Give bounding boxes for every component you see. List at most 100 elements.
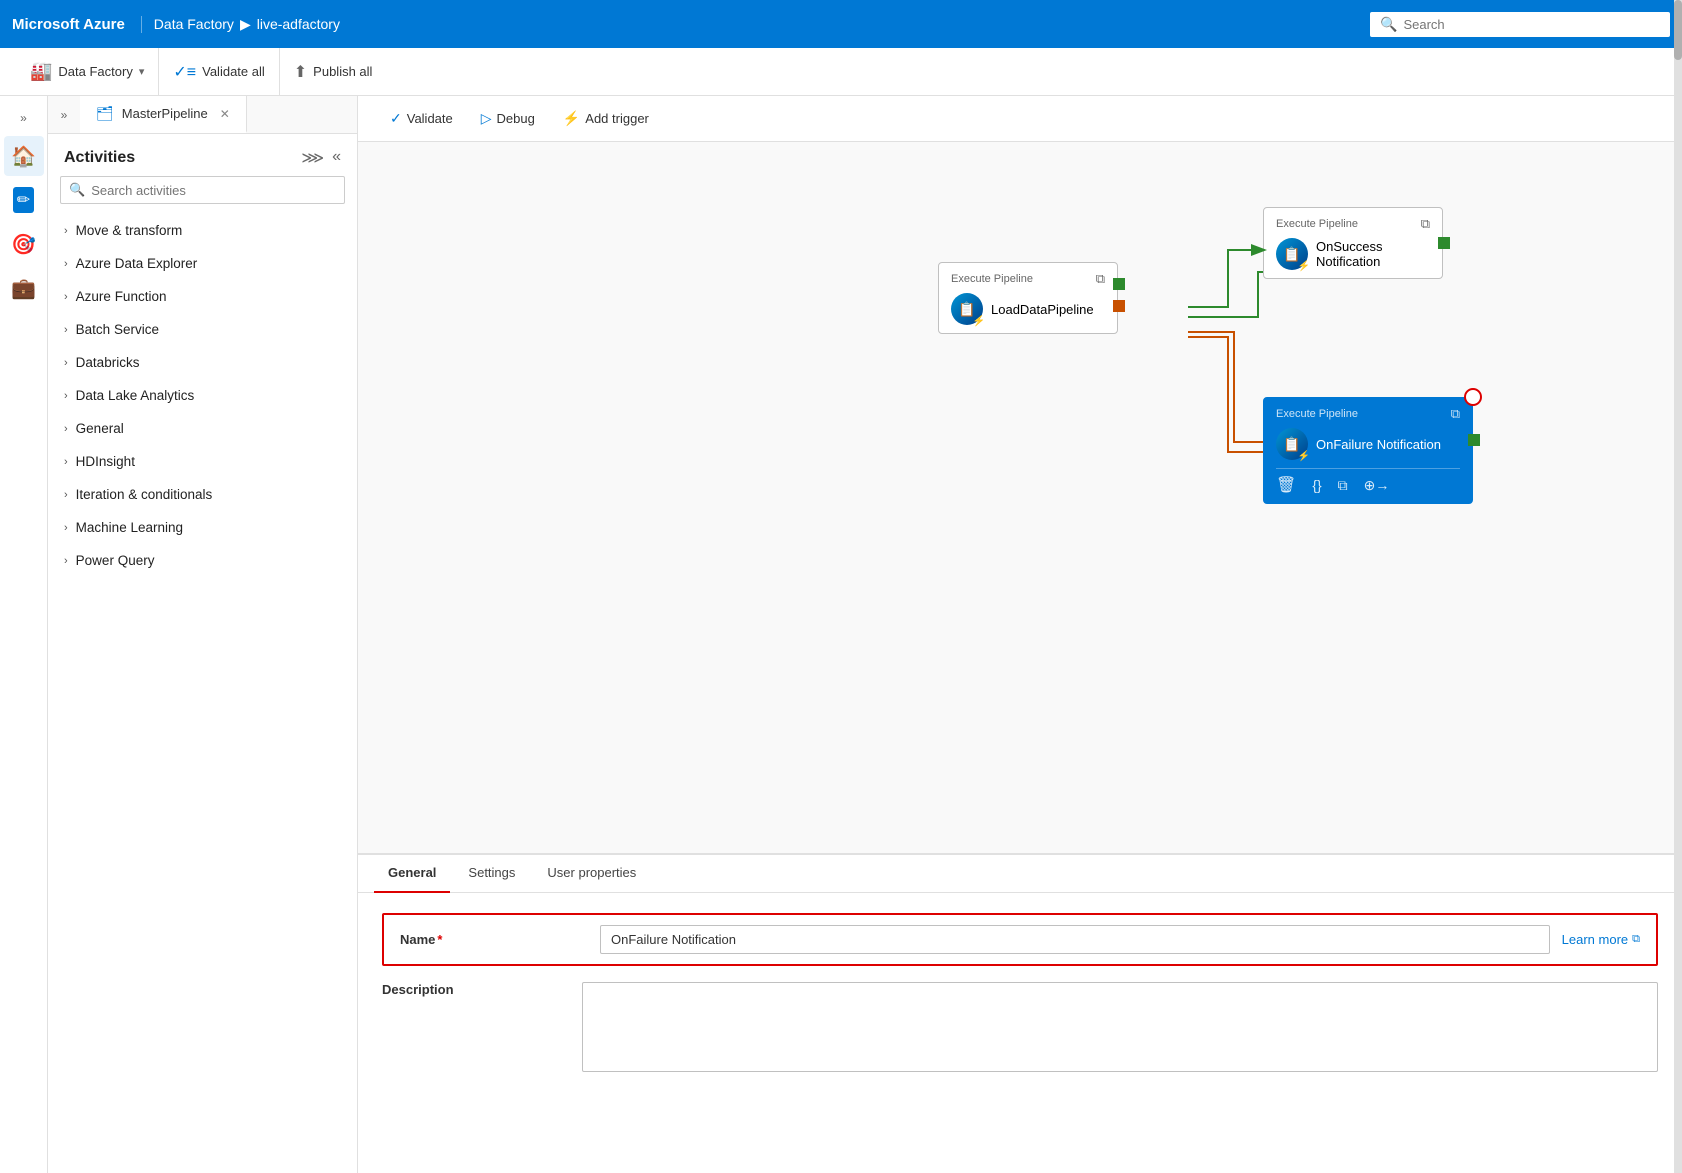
tab-user-properties[interactable]: User properties — [533, 855, 650, 893]
validate-all-button[interactable]: ✓≡ Validate all — [159, 48, 279, 95]
canvas-toolbar: ✓ Validate ▷ Debug ⚡ Add trigger — [358, 96, 1682, 142]
master-pipeline-tab[interactable]: 🗂 MasterPipeline ✕ — [80, 96, 247, 133]
data-factory-toolbar-item[interactable]: 🏭 Data Factory ▾ — [16, 48, 159, 95]
activity-item-hdinsight[interactable]: › HDInsight — [48, 445, 357, 478]
on-failure-node[interactable]: Execute Pipeline ⧉ 📋 ⚡ OnFailure Notific… — [1263, 397, 1473, 504]
pipeline-canvas[interactable]: Execute Pipeline ⧉ 📋 ⚡ LoadDataPipeline — [358, 142, 1682, 853]
breadcrumb-service[interactable]: Data Factory — [154, 16, 234, 32]
activity-item-power-query[interactable]: › Power Query — [48, 544, 357, 577]
activities-search-input[interactable] — [91, 183, 336, 198]
home-icon: 🏠 — [11, 144, 36, 169]
chevron-icon: › — [64, 390, 68, 402]
tab-settings-label: Settings — [468, 865, 515, 880]
debug-button[interactable]: ▷ Debug — [469, 105, 547, 132]
node-pipeline-icon: 📋 ⚡ — [951, 293, 983, 325]
activity-label: Move & transform — [76, 223, 183, 238]
monitor-icon: 🎯 — [11, 232, 36, 257]
description-row: Description — [382, 982, 1658, 1077]
activity-label: Batch Service — [76, 322, 159, 337]
activity-label: Iteration & conditionals — [76, 487, 213, 502]
chevron-icon: › — [64, 522, 68, 534]
connections-svg — [358, 142, 1682, 853]
learn-more-link[interactable]: Learn more ⧉ — [1562, 932, 1640, 947]
required-marker: * — [437, 932, 442, 947]
publish-all-button[interactable]: ⬆ Publish all — [280, 48, 387, 95]
copy-action-icon[interactable]: ⧉ — [1338, 477, 1348, 494]
activity-item-general[interactable]: › General — [48, 412, 357, 445]
expand-all-icon[interactable]: ⋙ — [301, 148, 324, 168]
activity-label: Data Lake Analytics — [76, 388, 195, 403]
validate-all-label: Validate all — [202, 64, 265, 79]
tab-user-props-label: User properties — [547, 865, 636, 880]
bottom-tabs: General Settings User properties — [358, 855, 1682, 893]
scrollbar-thumb[interactable] — [1674, 0, 1682, 60]
tab-general-label: General — [388, 865, 436, 880]
tab-general[interactable]: General — [374, 855, 450, 893]
add-trigger-button[interactable]: ⚡ Add trigger — [551, 105, 661, 132]
load-data-pipeline-node[interactable]: Execute Pipeline ⧉ 📋 ⚡ LoadDataPipeline — [938, 262, 1118, 334]
external-link-icon[interactable]: ⧉ — [1421, 216, 1430, 232]
activities-search-icon: 🔍 — [69, 182, 85, 198]
on-success-node[interactable]: Execute Pipeline ⧉ 📋 ⚡ OnSuccessNotifica… — [1263, 207, 1443, 279]
activities-search-box[interactable]: 🔍 — [60, 176, 345, 204]
pipeline-tab-label: MasterPipeline — [122, 106, 208, 121]
description-textarea[interactable] — [582, 982, 1658, 1072]
activity-item-azure-data-explorer[interactable]: › Azure Data Explorer — [48, 247, 357, 280]
activity-item-data-lake-analytics[interactable]: › Data Lake Analytics — [48, 379, 357, 412]
delete-action-icon[interactable]: 🗑 — [1276, 475, 1296, 495]
publish-all-label: Publish all — [313, 64, 372, 79]
chevron-icon: › — [64, 489, 68, 501]
scrollbar[interactable] — [1674, 0, 1682, 1173]
node-header: Execute Pipeline ⧉ — [1276, 216, 1430, 232]
activity-item-azure-function[interactable]: › Azure Function — [48, 280, 357, 313]
activity-item-machine-learning[interactable]: › Machine Learning — [48, 511, 357, 544]
activity-label: Azure Data Explorer — [76, 256, 198, 271]
node-header: Execute Pipeline ⧉ — [1276, 406, 1460, 422]
activity-item-batch-service[interactable]: › Batch Service — [48, 313, 357, 346]
activity-item-databricks[interactable]: › Databricks — [48, 346, 357, 379]
icon-sidebar: » 🏠 ✏ 🎯 💼 — [0, 96, 48, 1173]
right-connector — [1438, 237, 1450, 249]
external-link-icon[interactable]: ⧉ — [1096, 271, 1105, 287]
search-box[interactable]: 🔍 — [1370, 12, 1670, 37]
home-button[interactable]: 🏠 — [4, 136, 44, 176]
expand-panel-button[interactable]: » — [48, 96, 80, 133]
bottom-panel: General Settings User properties Name* — [358, 853, 1682, 1173]
node-header: Execute Pipeline ⧉ — [951, 271, 1105, 287]
right-connector — [1468, 434, 1480, 446]
search-input[interactable] — [1403, 17, 1660, 32]
node-body: 📋 ⚡ OnSuccessNotification — [1276, 238, 1430, 270]
factory-icon: 🏭 — [30, 61, 52, 82]
activities-list: › Move & transform › Azure Data Explorer… — [48, 214, 357, 1173]
node-pipeline-icon: 📋 ⚡ — [1276, 238, 1308, 270]
briefcase-button[interactable]: 💼 — [4, 268, 44, 308]
activities-header: Activities ⋙ « — [48, 134, 357, 176]
pencil-button[interactable]: ✏ — [4, 180, 44, 220]
chevron-icon: › — [64, 555, 68, 567]
validate-icon: ✓≡ — [173, 62, 196, 82]
debug-play-icon: ▷ — [481, 110, 492, 127]
external-link-icon[interactable]: ⧉ — [1451, 406, 1460, 422]
code-action-icon[interactable]: {} — [1312, 477, 1321, 493]
node-header-text: Execute Pipeline — [1276, 408, 1358, 420]
activity-item-move-transform[interactable]: › Move & transform — [48, 214, 357, 247]
debug-label: Debug — [497, 111, 535, 126]
collapse-icon[interactable]: « — [332, 148, 341, 168]
dropdown-icon: ▾ — [139, 65, 145, 78]
monitor-button[interactable]: 🎯 — [4, 224, 44, 264]
node-name: OnSuccessNotification — [1316, 239, 1382, 269]
validate-button[interactable]: ✓ Validate — [378, 105, 465, 132]
name-input[interactable] — [600, 925, 1550, 954]
data-factory-label: Data Factory — [58, 64, 132, 79]
move-action-icon[interactable]: ⊕→ — [1364, 477, 1390, 494]
pipeline-tab-close[interactable]: ✕ — [220, 107, 230, 121]
breadcrumb-sep: ▶ — [240, 16, 251, 33]
tab-settings[interactable]: Settings — [454, 855, 529, 893]
activity-item-iteration-conditionals[interactable]: › Iteration & conditionals — [48, 478, 357, 511]
pipeline-tab-bar: » 🗂 MasterPipeline ✕ — [48, 96, 357, 134]
validate-check-icon: ✓ — [390, 110, 402, 127]
expand-icon[interactable]: » — [14, 108, 34, 128]
breadcrumb: Data Factory ▶ live-adfactory — [154, 16, 340, 33]
breadcrumb-item: live-adfactory — [257, 16, 340, 32]
main-layout: » 🏠 ✏ 🎯 💼 » 🗂 MasterPipeline ✕ Activitie… — [0, 96, 1682, 1173]
